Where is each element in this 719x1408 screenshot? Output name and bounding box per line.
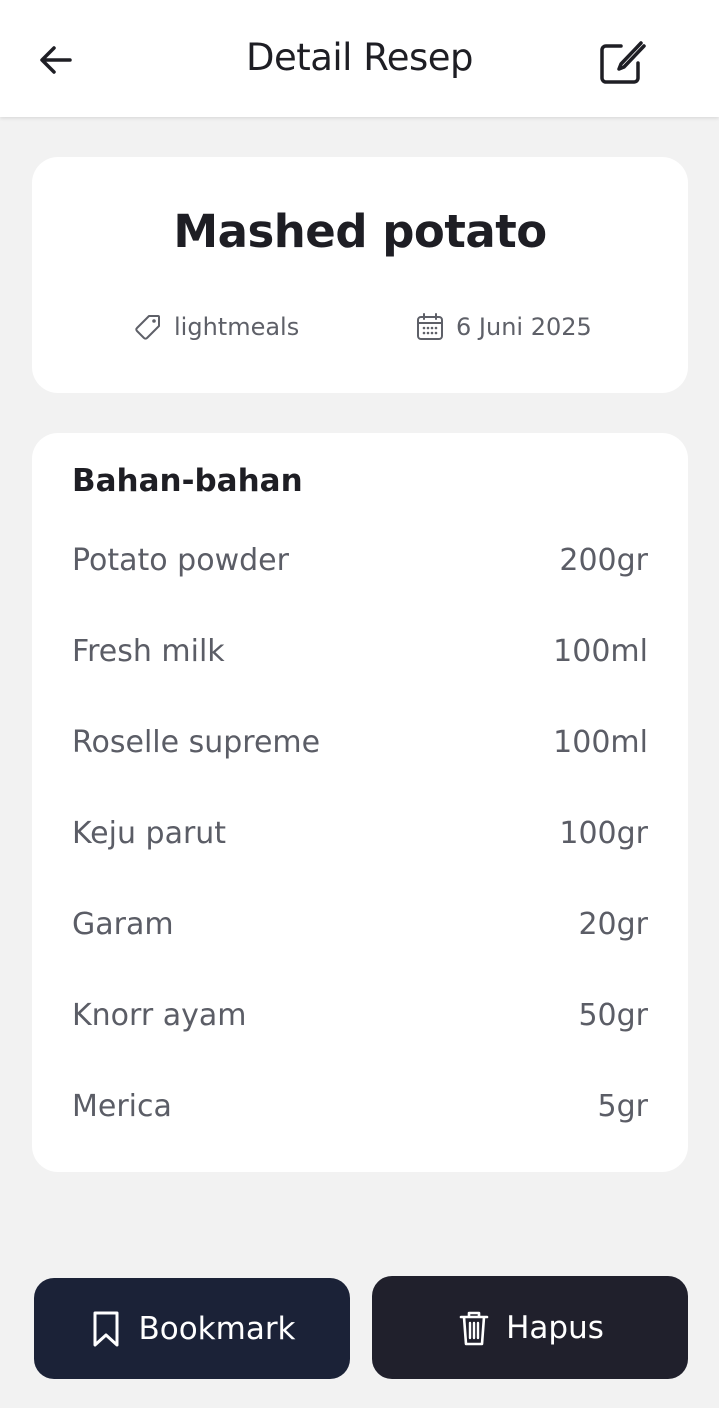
ingredient-amount: 50gr [578, 998, 648, 1033]
ingredient-name: Garam [72, 907, 174, 942]
recipe-category: lightmeals [132, 311, 299, 343]
date-label: 6 Juni 2025 [456, 313, 592, 341]
ingredient-amount: 100ml [553, 725, 648, 760]
ingredient-row: Keju parut 100gr [72, 801, 648, 892]
delete-label: Hapus [506, 1309, 604, 1346]
ingredient-list: Potato powder 200gr Fresh milk 100ml Ros… [72, 528, 648, 1165]
recipe-detail-screen: Detail Resep Mashed potato lightmeals 6 … [0, 0, 719, 1408]
ingredient-row: Merica 5gr [72, 1074, 648, 1165]
recipe-summary-card: Mashed potato lightmeals 6 Juni 2025 [32, 157, 688, 393]
ingredient-name: Keju parut [72, 816, 227, 851]
trash-icon [456, 1308, 492, 1348]
edit-button[interactable] [596, 36, 648, 88]
ingredient-amount: 100ml [553, 634, 648, 669]
ingredient-name: Fresh milk [72, 634, 225, 669]
delete-button[interactable]: Hapus [372, 1276, 688, 1379]
ingredient-amount: 5gr [597, 1089, 648, 1124]
recipe-title: Mashed potato [173, 205, 547, 258]
ingredient-amount: 200gr [559, 543, 648, 578]
ingredient-row: Fresh milk 100ml [72, 619, 648, 710]
bookmark-button[interactable]: Bookmark [34, 1278, 350, 1379]
ingredient-amount: 100gr [559, 816, 648, 851]
tag-icon [132, 311, 164, 343]
ingredient-row: Garam 20gr [72, 892, 648, 983]
calendar-icon [414, 311, 446, 343]
ingredients-heading: Bahan-bahan [72, 463, 303, 499]
category-label: lightmeals [174, 313, 300, 341]
ingredient-row: Potato powder 200gr [72, 528, 648, 619]
bookmark-icon [88, 1309, 124, 1349]
edit-icon [600, 41, 646, 84]
ingredient-name: Roselle supreme [72, 725, 321, 760]
bookmark-label: Bookmark [138, 1310, 296, 1347]
ingredients-card: Bahan-bahan Potato powder 200gr Fresh mi… [32, 433, 688, 1172]
ingredient-name: Potato powder [72, 543, 289, 578]
ingredient-amount: 20gr [578, 907, 648, 942]
top-app-bar: Detail Resep [0, 0, 719, 117]
ingredient-row: Knorr ayam 50gr [72, 983, 648, 1074]
ingredient-name: Merica [72, 1089, 172, 1124]
ingredient-row: Roselle supreme 100ml [72, 710, 648, 801]
recipe-date: 6 Juni 2025 [414, 311, 592, 343]
ingredient-name: Knorr ayam [72, 998, 247, 1033]
